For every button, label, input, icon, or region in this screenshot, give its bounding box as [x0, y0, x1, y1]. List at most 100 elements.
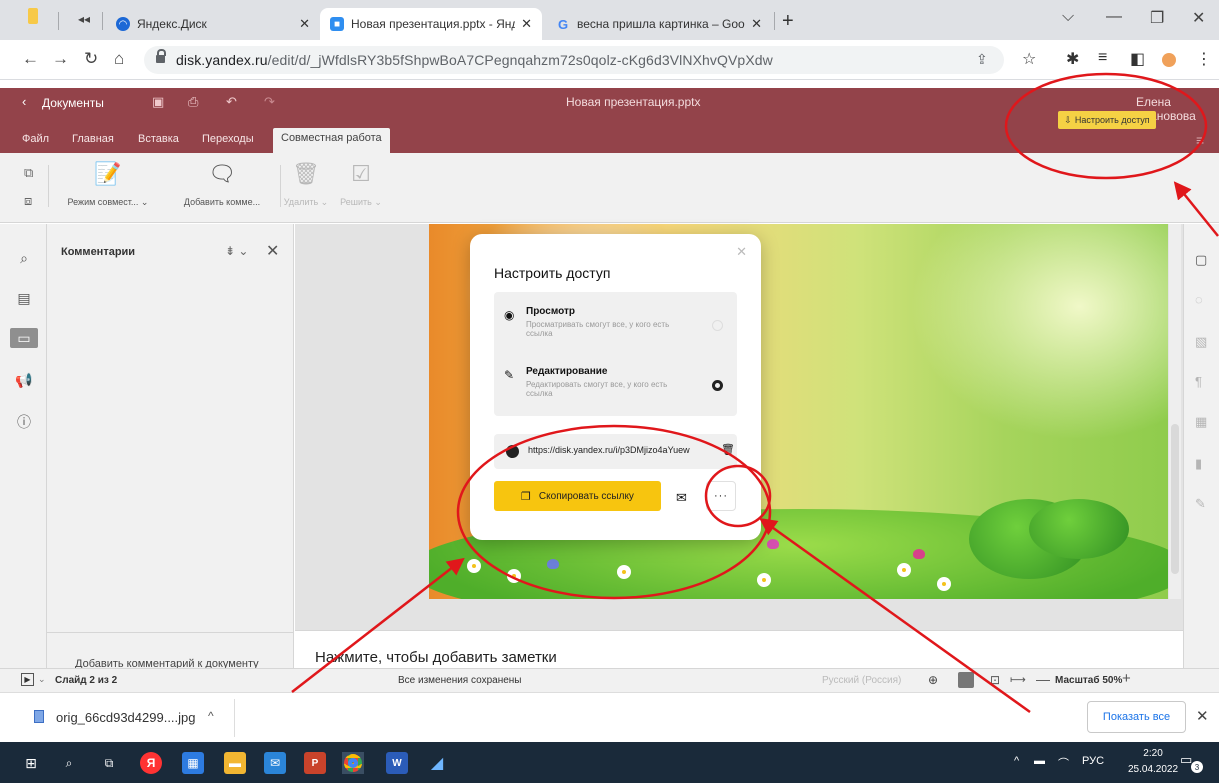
yandex-disk-icon[interactable]: ◢	[426, 752, 448, 774]
play-slideshow-icon[interactable]: ▶	[21, 673, 34, 686]
edit-radio[interactable]	[712, 380, 723, 391]
scroll-thumb[interactable]	[1171, 424, 1179, 574]
redo-icon[interactable]: ↷	[264, 94, 275, 110]
undo-icon[interactable]: ↶	[226, 94, 237, 110]
powerpoint-icon[interactable]: P	[304, 752, 326, 774]
back-to-docs-icon[interactable]: ‹	[22, 94, 26, 109]
back-tab-icon[interactable]: ◂◂	[78, 12, 90, 26]
copy-icon[interactable]: ⧉	[24, 165, 33, 181]
reading-list-icon[interactable]: ≡	[1098, 49, 1107, 67]
resolve-comment-button[interactable]: ☑ Решить ⌄	[334, 161, 388, 208]
profile-avatar[interactable]	[1162, 53, 1176, 67]
mail-icon[interactable]: ✉	[676, 490, 687, 506]
sort-icon[interactable]: ⇟ ⌄	[225, 244, 248, 258]
url-text[interactable]: disk.yandex.ru/edit/d/_jWfdlsRY3b5fShpwB…	[176, 52, 773, 68]
restore-button[interactable]: ❐	[1150, 8, 1164, 28]
input-language[interactable]: РУС	[1082, 755, 1104, 767]
file-explorer-icon[interactable]: ▬	[224, 752, 246, 774]
slides-icon[interactable]: ▤	[14, 288, 34, 308]
share-link-field[interactable]: https://disk.yandex.ru/i/p3DMjizo4aYuew …	[494, 434, 737, 469]
wifi-icon[interactable]: ⌒	[1058, 755, 1069, 771]
image-settings-icon[interactable]: ▧	[1195, 334, 1207, 350]
word-icon[interactable]: W	[386, 752, 408, 774]
menu-insert[interactable]: Вставка	[138, 133, 179, 145]
table-settings-icon[interactable]: ▦	[1195, 414, 1207, 430]
home-icon[interactable]: ⌂	[114, 49, 124, 69]
co-editing-mode-button[interactable]: 📝 Режим совмест... ⌄	[58, 161, 158, 208]
new-tab-button[interactable]: +	[782, 10, 794, 33]
save-icon[interactable]: ▣	[152, 94, 164, 110]
view-access-option[interactable]: ◉ Просмотр Просматривать смогут все, у к…	[504, 306, 729, 350]
close-tab-icon[interactable]: ✕	[751, 16, 762, 32]
tab-google-search[interactable]: G весна пришла картинка – Goog ✕	[546, 8, 772, 40]
yandex-browser-icon[interactable]: Я	[140, 752, 162, 774]
chevron-up-icon[interactable]: ^	[1014, 755, 1019, 767]
spellcheck-icon[interactable]	[958, 672, 974, 688]
copy-link-button[interactable]: ❐ Скопировать ссылку	[494, 481, 661, 511]
forward-arrow-icon[interactable]: →	[52, 49, 69, 69]
shape-settings-icon[interactable]: ◌	[1195, 292, 1203, 307]
signature-settings-icon[interactable]: ✎	[1195, 496, 1206, 512]
close-tab-icon[interactable]: ✕	[299, 16, 310, 32]
download-file-name[interactable]: orig_66cd93d4299....jpg	[56, 710, 196, 725]
feedback-icon[interactable]: 📢	[14, 370, 34, 390]
delete-comment-button[interactable]: 🗑 Удалить ⌄	[284, 161, 328, 208]
tab-yandex-disk[interactable]: ◠ Яндекс.Диск ✕	[106, 8, 320, 40]
share-page-icon[interactable]: ⇪	[976, 51, 988, 68]
chart-settings-icon[interactable]: ▮	[1195, 456, 1202, 472]
share-link-text[interactable]: https://disk.yandex.ru/i/p3DMjizo4aYuew	[528, 445, 690, 455]
app-name[interactable]: Документы	[42, 96, 104, 110]
globe-icon[interactable]: ⊕	[928, 673, 938, 687]
edit-access-option[interactable]: ✎ Редактирование Редактировать смогут вс…	[504, 366, 729, 410]
minimize-button[interactable]: —	[1106, 8, 1122, 26]
add-comment-button[interactable]: 🗨 Добавить комме...	[172, 161, 272, 207]
search-icon[interactable]: ⌕	[14, 248, 34, 268]
extensions-icon[interactable]: ✱	[1066, 49, 1079, 69]
slide-scrollbar[interactable]	[1169, 224, 1181, 599]
close-icon[interactable]: ✕	[266, 241, 279, 261]
hamburger-menu-icon[interactable]: ≡	[1196, 132, 1204, 148]
paste-icon[interactable]: ⧈	[24, 193, 32, 209]
show-all-button[interactable]: Показать все	[1087, 701, 1186, 733]
chrome-icon[interactable]	[342, 752, 364, 774]
fit-slide-icon[interactable]: ⊡	[990, 673, 1000, 687]
bookmark-tab-icon[interactable]	[28, 8, 38, 24]
close-window-button[interactable]: ✕	[1192, 8, 1205, 28]
comments-icon[interactable]: ▭	[10, 328, 38, 348]
slide-settings-icon[interactable]: ▢	[1195, 252, 1207, 268]
paragraph-settings-icon[interactable]: ¶	[1195, 374, 1202, 389]
menu-home[interactable]: Главная	[72, 133, 114, 145]
address-bar[interactable]: disk.yandex.ru/edit/d/_jWfdlsRY3b5fShpwB…	[144, 46, 1004, 74]
menu-transitions[interactable]: Переходы	[202, 133, 254, 145]
back-arrow-icon[interactable]: ←	[22, 49, 39, 69]
task-view-icon[interactable]: ⧉	[98, 752, 120, 774]
close-icon[interactable]: ✕	[1196, 707, 1209, 725]
close-icon[interactable]: ✕	[736, 244, 747, 260]
windows-start-icon[interactable]: ⊞	[20, 752, 42, 774]
notification-center-icon[interactable]: ▭ 3	[1180, 752, 1203, 773]
zoom-out-button[interactable]: —	[1036, 671, 1050, 687]
network-icon[interactable]: ▬	[1034, 755, 1045, 767]
search-icon[interactable]: ⌕	[58, 752, 80, 774]
close-tab-icon[interactable]: ✕	[521, 16, 532, 32]
reload-icon[interactable]: ↻	[84, 49, 98, 69]
view-radio[interactable]	[712, 320, 723, 331]
more-options-button[interactable]: ···	[706, 481, 736, 511]
notes-placeholder[interactable]: Нажмите, чтобы добавить заметки	[315, 649, 557, 666]
tab-presentation[interactable]: ■ Новая презентация.pptx - Янде ✕	[320, 8, 542, 40]
trash-icon[interactable]: 🗑	[721, 443, 735, 456]
menu-file[interactable]: Файл	[22, 133, 49, 145]
zoom-in-button[interactable]: +	[1122, 670, 1131, 687]
tab-search-icon[interactable]: ⌵	[1062, 8, 1074, 26]
bookmark-star-icon[interactable]: ☆	[1022, 49, 1036, 69]
fit-width-icon[interactable]: ⟼	[1010, 673, 1026, 686]
chevron-up-icon[interactable]: ^	[208, 709, 214, 723]
mail-icon[interactable]: ✉	[264, 752, 286, 774]
menu-collaboration[interactable]: Совместная работа	[273, 128, 390, 153]
side-panel-icon[interactable]: ◧	[1130, 49, 1145, 69]
clock[interactable]: 2:20 25.04.2022	[1128, 746, 1178, 778]
chevron-down-icon[interactable]: ⌄	[38, 674, 46, 685]
language-selector[interactable]: Русский (Россия)	[822, 675, 901, 686]
store-icon[interactable]: ▦	[182, 752, 204, 774]
chrome-menu-icon[interactable]: ⋮	[1196, 49, 1212, 69]
